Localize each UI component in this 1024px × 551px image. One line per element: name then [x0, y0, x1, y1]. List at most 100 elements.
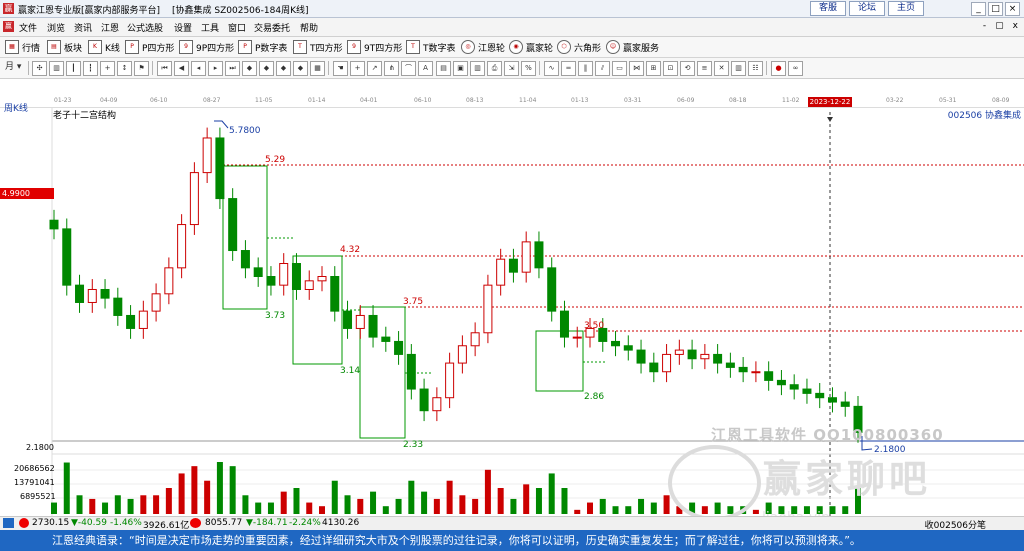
candle-body: [738, 366, 748, 373]
candle-body: [470, 332, 480, 347]
candle-body: [457, 345, 467, 364]
volume-bar: [114, 495, 121, 514]
candle-body: [228, 198, 238, 252]
candle-body: [776, 379, 786, 386]
candle-body: [215, 137, 225, 200]
candle-body: [751, 371, 761, 374]
candle-series: [49, 127, 863, 443]
market-icon: [3, 518, 14, 528]
volume-bar: [344, 495, 351, 514]
candle-body: [508, 258, 518, 273]
candle-body: [138, 310, 148, 329]
candle-body: [189, 172, 199, 226]
candle-body: [611, 340, 621, 347]
index2-amount: 4130.26: [322, 518, 360, 528]
volume-bar: [127, 498, 134, 514]
volume-bar: [216, 462, 223, 514]
volume-bar: [433, 498, 440, 514]
volume-bar: [153, 495, 160, 514]
candle-body: [253, 267, 263, 277]
period-label: 周K线: [4, 104, 28, 114]
candle-body: [49, 219, 59, 230]
volume-bar: [446, 480, 453, 514]
candle-body: [674, 349, 684, 355]
volume-bar: [497, 488, 504, 514]
volume-bar: [523, 484, 530, 514]
candle-body: [432, 397, 442, 412]
candle-body: [406, 353, 416, 390]
volume-bar: [229, 466, 236, 514]
high-label: 5.7800: [229, 126, 261, 136]
status-bar: 2730.15 ▼-40.59 -1.46% 3926.61亿 8055.77 …: [0, 516, 1024, 531]
volume-bar: [395, 498, 402, 514]
volume-bar: [548, 473, 555, 514]
index2-value: 8055.77: [205, 518, 243, 528]
chart-title: 老子十二宫结构: [53, 111, 117, 121]
candle-body: [483, 284, 493, 334]
box-low-label: 2.86: [584, 392, 604, 402]
volume-bar: [612, 506, 619, 514]
candle-body: [559, 310, 569, 338]
volume-bar: [561, 488, 568, 514]
candle-body: [623, 345, 633, 351]
candle-body: [802, 388, 812, 394]
candle-body: [521, 241, 531, 273]
volume-label: 6895521: [20, 492, 56, 501]
volume-bar: [204, 480, 211, 514]
candle-body: [764, 371, 774, 381]
candle-body: [151, 293, 161, 312]
candle-body: [164, 267, 174, 295]
volume-label: 20686562: [14, 464, 55, 473]
candle-body: [572, 336, 582, 339]
candle-body: [62, 228, 72, 286]
candle-body: [840, 401, 850, 407]
volume-bar: [280, 491, 287, 514]
candle-body: [419, 388, 429, 412]
bottom-price-label: 2.1800: [26, 443, 54, 452]
level-label: 3.50: [584, 321, 604, 331]
candle-body: [113, 297, 123, 316]
candle-body: [687, 349, 697, 360]
candle-body: [100, 288, 110, 299]
candle-body: [725, 362, 735, 368]
candle-body: [815, 392, 825, 399]
volume-bar: [587, 502, 593, 514]
volume-bar: [842, 506, 849, 514]
volume-bar: [76, 495, 83, 514]
candle-body: [75, 284, 85, 303]
stock-code-name: 002506 协鑫集成: [947, 111, 1021, 121]
candle-body: [266, 276, 276, 286]
candle-body: [126, 314, 136, 329]
volume-bar: [408, 480, 415, 514]
gann-quote: 江恩经典语录：“时间是决定市场走势的重要因素，经过详细研究大市及个别股票的过往记…: [52, 534, 861, 547]
candle-body: [87, 288, 97, 303]
candle-body: [202, 137, 212, 174]
volume-bar: [459, 495, 466, 514]
volume-bar: [599, 498, 606, 514]
volume-bar: [191, 466, 198, 514]
volume-label: 13791041: [14, 478, 55, 487]
volume-bar: [421, 491, 428, 514]
candle-body: [368, 314, 378, 338]
box-low-label: 2.33: [403, 440, 423, 450]
level-label: 3.75: [403, 297, 423, 307]
candle-body: [317, 276, 327, 282]
volume-bar: [178, 473, 185, 514]
candle-body: [381, 336, 391, 342]
candle-body: [789, 384, 799, 390]
volume-bar: [140, 495, 147, 514]
watermark-logo-icon: [668, 445, 761, 521]
volume-bar: [370, 491, 377, 514]
watermark-text: 江恩工具软件 QQ100800360: [711, 426, 944, 444]
candle-body: [636, 349, 646, 364]
volume-bar: [89, 498, 96, 514]
volume-bar: [574, 509, 581, 514]
candle-body: [394, 340, 404, 355]
candle-body: [827, 397, 837, 403]
candle-body: [343, 310, 353, 329]
level-label: 5.29: [265, 155, 285, 165]
candle-body: [355, 314, 365, 329]
candle-body: [534, 241, 544, 269]
candle-body: [649, 362, 659, 373]
candle-body: [547, 267, 557, 312]
